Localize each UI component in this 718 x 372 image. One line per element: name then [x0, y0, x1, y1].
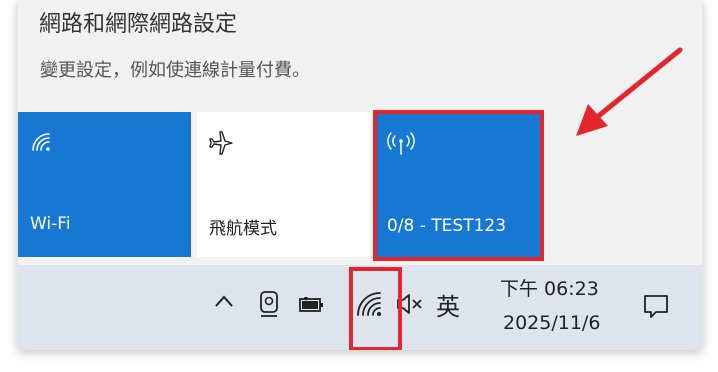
wifi-tile[interactable]: Wi-Fi [18, 112, 191, 257]
network-settings-description: 變更設定，例如使連線計量付費。 [40, 60, 310, 81]
notification-icon[interactable] [642, 292, 670, 324]
mobile-hotspot-tile[interactable]: 0/8 - TEST123 [373, 110, 544, 261]
battery-icon[interactable] [298, 295, 326, 319]
mobile-hotspot-tile-label: 0/8 - TEST123 [387, 216, 507, 236]
input-method-indicator[interactable]: 英 [436, 287, 460, 322]
wifi-tray-highlight [349, 267, 402, 350]
airplane-icon [208, 130, 234, 160]
camera-icon[interactable] [258, 289, 280, 323]
wifi-tile-label: Wi-Fi [30, 214, 71, 234]
network-flyout: 網路和網際網路設定 變更設定，例如使連線計量付費。 Wi-Fi 飛航模式 0/8… [18, 0, 702, 350]
clock-time[interactable]: 下午 06:23 [500, 274, 599, 301]
hotspot-icon [386, 130, 416, 160]
network-settings-link[interactable]: 網路和網際網路設定 [39, 6, 237, 38]
airplane-mode-tile[interactable]: 飛航模式 [197, 112, 370, 257]
airplane-mode-tile-label: 飛航模式 [209, 219, 277, 239]
clock-date[interactable]: 2025/11/6 [503, 312, 600, 334]
annotation-arrow [576, 47, 683, 136]
chevron-up-icon[interactable] [214, 293, 234, 312]
wifi-icon [29, 130, 53, 158]
